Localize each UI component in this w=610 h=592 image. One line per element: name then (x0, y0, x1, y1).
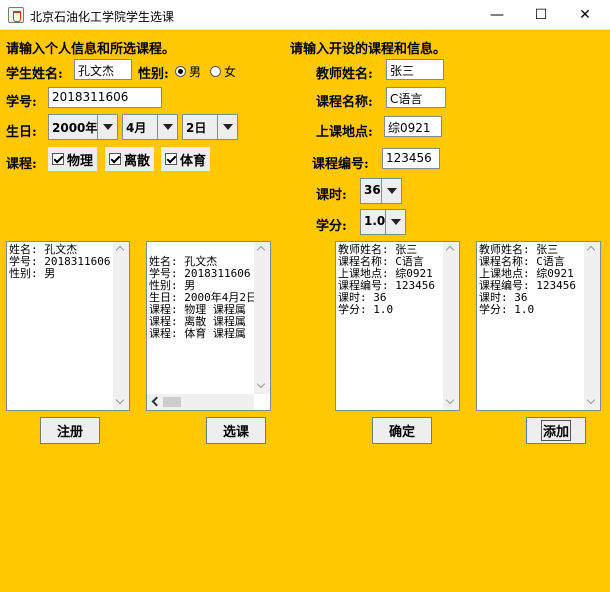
maximize-button[interactable]: ☐ (518, 0, 564, 30)
hours-label: 课时: (316, 188, 347, 203)
register-button-label: 注册 (56, 425, 83, 440)
course-id-label: 课程编号: (312, 157, 369, 172)
scroll-up-icon[interactable] (256, 245, 266, 255)
chevron-down-icon[interactable] (385, 210, 405, 234)
course-label: 课程: (6, 157, 37, 172)
java-app-icon (8, 7, 24, 23)
course-name-field[interactable]: C语言 (386, 87, 446, 108)
course-checkbox-physics[interactable]: 物理 (48, 147, 98, 171)
vertical-scrollbar[interactable] (113, 242, 129, 410)
scroll-down-icon[interactable] (115, 395, 125, 405)
checkbox-checked-icon (52, 153, 64, 165)
select-course-button[interactable]: 选课 (206, 417, 266, 444)
credit-value: 1.0 (364, 214, 386, 228)
add-output-area[interactable]: 教师姓名: 张三 课程名称: C语言 上课地点: 综0921 课程编号: 123… (476, 241, 601, 411)
course-id-field[interactable]: 123456 (382, 148, 440, 169)
credit-select[interactable]: 1.0 (360, 209, 406, 235)
chevron-down-icon[interactable] (97, 115, 117, 139)
vertical-scrollbar[interactable] (254, 242, 270, 394)
add-output-text: 教师姓名: 张三 课程名称: C语言 上课地点: 综0921 课程编号: 123… (479, 243, 576, 316)
scroll-down-icon[interactable] (256, 379, 266, 389)
scroll-up-icon[interactable] (445, 245, 455, 255)
checkbox-checked-icon (109, 153, 121, 165)
minimize-button[interactable]: — (474, 0, 520, 30)
scroll-left-icon[interactable] (151, 396, 162, 407)
birth-day-select[interactable]: 2日 (182, 114, 238, 140)
hours-select[interactable]: 36 (360, 178, 402, 204)
student-section-header: 请输入个人信息和所选课程。 (6, 42, 176, 57)
window-title: 北京石油化工学院学生选课 (30, 10, 175, 24)
student-id-label: 学号: (6, 95, 37, 110)
select-course-button-label: 选课 (222, 425, 249, 440)
gender-male-label: 男 (189, 65, 202, 79)
birthday-label: 生日: (6, 125, 37, 140)
course-discrete-label: 离散 (124, 153, 151, 169)
hours-value: 36 (364, 183, 381, 197)
add-button-label: 添加 (540, 420, 572, 441)
title-bar: 北京石油化工学院学生选课 — ☐ ✕ (0, 0, 610, 30)
student-name-field[interactable]: 孔文杰 (74, 59, 132, 80)
register-button[interactable]: 注册 (40, 417, 100, 444)
location-field[interactable]: 综0921 (384, 116, 442, 137)
scroll-down-icon[interactable] (586, 395, 596, 405)
scroll-up-icon[interactable] (115, 245, 125, 255)
confirm-button-label: 确定 (388, 425, 415, 440)
select-output-text: 姓名: 孔文杰 学号: 2018311606 性别: 男 生日: 2000年4月… (149, 255, 257, 340)
horizontal-scrollbar[interactable] (147, 394, 254, 410)
gender-male-radio[interactable]: 男 (175, 63, 201, 80)
course-physics-label: 物理 (67, 153, 94, 169)
scroll-thumb[interactable] (163, 397, 181, 407)
register-output-area[interactable]: 姓名: 孔文杰 学号: 2018311606 性别: 男 (6, 241, 130, 411)
scroll-down-icon[interactable] (445, 395, 455, 405)
student-name-label: 学生姓名: (6, 67, 63, 82)
radio-selected-icon (175, 66, 186, 77)
gender-female-label: 女 (224, 65, 237, 79)
student-id-field[interactable]: 2018311606 (48, 87, 162, 108)
course-checkbox-discrete[interactable]: 离散 (105, 147, 155, 171)
course-section-header: 请输入开设的课程和信息。 (290, 42, 447, 57)
scroll-up-icon[interactable] (586, 245, 596, 255)
birth-year-select[interactable]: 2000年 (48, 114, 118, 140)
vertical-scrollbar[interactable] (443, 242, 459, 410)
select-output-area[interactable]: 姓名: 孔文杰 学号: 2018311606 性别: 男 生日: 2000年4月… (146, 241, 271, 411)
register-output-text: 姓名: 孔文杰 学号: 2018311606 性别: 男 (9, 243, 111, 280)
chevron-down-icon[interactable] (157, 115, 177, 139)
birth-year-value: 2000年 (52, 121, 98, 135)
birth-month-select[interactable]: 4月 (122, 114, 178, 140)
credit-label: 学分: (316, 219, 347, 234)
close-button[interactable]: ✕ (562, 0, 608, 30)
teacher-name-label: 教师姓名: (316, 67, 373, 82)
gender-female-radio[interactable]: 女 (210, 63, 236, 80)
confirm-output-text: 教师姓名: 张三 课程名称: C语言 上课地点: 综0921 课程编号: 123… (338, 243, 435, 316)
birth-month-value: 4月 (126, 121, 147, 135)
gender-label: 性别: (138, 67, 169, 82)
chevron-down-icon[interactable] (217, 115, 237, 139)
course-checkbox-pe[interactable]: 体育 (161, 147, 211, 171)
confirm-output-area[interactable]: 教师姓名: 张三 课程名称: C语言 上课地点: 综0921 课程编号: 123… (335, 241, 460, 411)
birth-day-value: 2日 (186, 121, 207, 135)
course-pe-label: 体育 (180, 153, 207, 169)
chevron-down-icon[interactable] (381, 179, 401, 203)
confirm-button[interactable]: 确定 (372, 417, 432, 444)
location-label: 上课地点: (316, 125, 373, 140)
vertical-scrollbar[interactable] (584, 242, 600, 410)
add-button[interactable]: 添加 (526, 417, 586, 444)
radio-unselected-icon (210, 66, 221, 77)
teacher-name-field[interactable]: 张三 (386, 59, 444, 80)
checkbox-checked-icon (165, 153, 177, 165)
course-name-label: 课程名称: (316, 95, 373, 110)
